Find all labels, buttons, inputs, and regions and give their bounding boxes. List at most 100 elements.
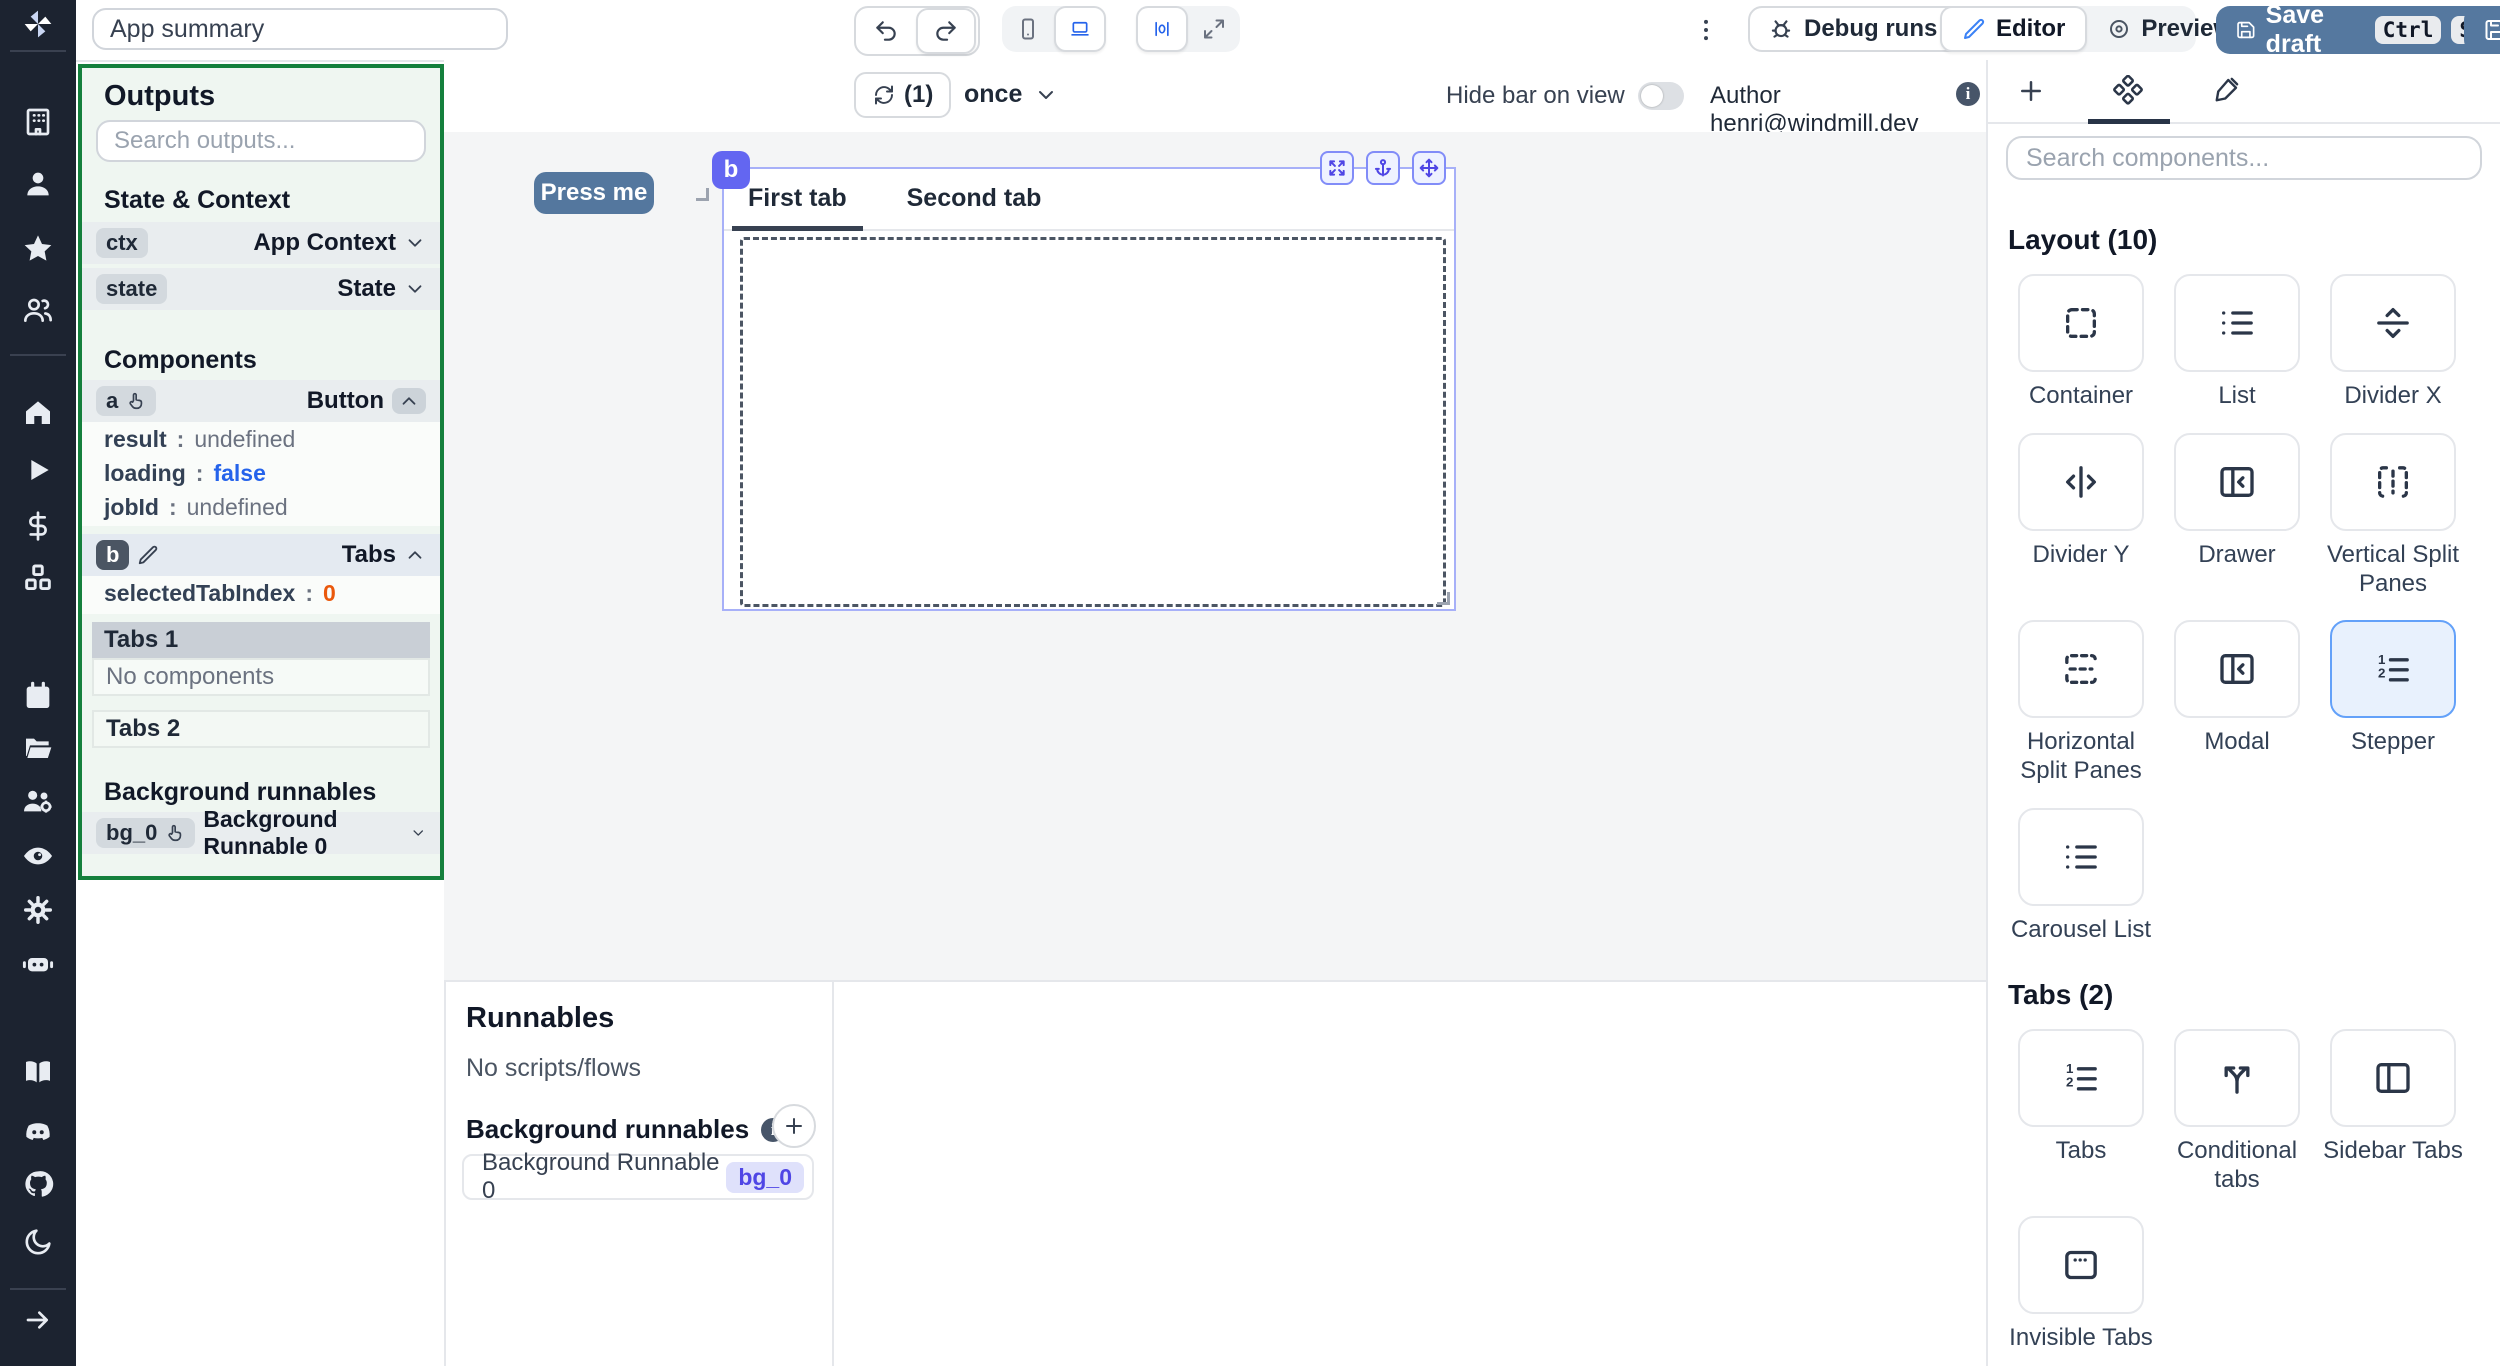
- discord-icon[interactable]: [22, 1116, 54, 1148]
- component-card-horizontal-split-panes[interactable]: Horizontal Split Panes: [2008, 620, 2154, 786]
- runnables-panel: Runnables No scripts/flows Background ru…: [444, 980, 1986, 1366]
- windmill-logo-icon[interactable]: [22, 8, 54, 40]
- editor-tab[interactable]: Editor: [1940, 6, 2088, 52]
- user-icon[interactable]: [22, 168, 54, 200]
- info-icon[interactable]: i: [1956, 82, 1980, 106]
- redo-button[interactable]: [916, 8, 976, 54]
- component-b-row[interactable]: b Tabs: [82, 534, 440, 576]
- press-me-button[interactable]: Press me: [534, 172, 654, 214]
- anchor-icon[interactable]: [1366, 151, 1400, 185]
- star-icon[interactable]: [22, 232, 54, 264]
- alignment-group: [1136, 6, 1240, 52]
- sidebar-divider: [10, 354, 66, 356]
- variables-dollar-icon[interactable]: [22, 510, 54, 542]
- sidebar-divider: [10, 50, 66, 52]
- component-card-list[interactable]: List: [2164, 274, 2310, 411]
- tab-second[interactable]: Second tab: [891, 184, 1058, 229]
- deploy-button[interactable]: Deploy: [2464, 6, 2500, 54]
- section-header-layout: Layout (10): [2008, 224, 2158, 255]
- pointer-hand-icon: [168, 824, 182, 842]
- hide-bar-toggle[interactable]: [1638, 82, 1684, 110]
- device-toggle-group: [1002, 6, 1106, 52]
- tabs1-row[interactable]: Tabs 1: [92, 622, 430, 658]
- settings-gear-icon[interactable]: [22, 894, 54, 926]
- workers-robot-icon[interactable]: [22, 948, 54, 980]
- component-card-vertical-split-panes[interactable]: Vertical Split Panes: [2320, 432, 2466, 599]
- add-background-runnable-button[interactable]: [772, 1104, 816, 1148]
- state-label: State: [337, 275, 396, 302]
- component-b-type: Tabs: [341, 541, 396, 568]
- undo-button[interactable]: [856, 8, 916, 54]
- component-card-container[interactable]: Container: [2008, 274, 2154, 411]
- tabs-component[interactable]: b First tab Second tab: [712, 151, 1456, 611]
- components-panel: Layout (10) Container List Divider X Div…: [1986, 60, 2500, 1366]
- component-card-tabs[interactable]: 12 Tabs: [2008, 1028, 2154, 1195]
- outputs-search-input[interactable]: [96, 120, 426, 162]
- folders-icon[interactable]: [22, 732, 54, 764]
- chevron-down-icon: [1039, 90, 1054, 99]
- refresh-button[interactable]: (1): [854, 72, 952, 118]
- save-draft-button[interactable]: Save draft Ctrl S: [2216, 1, 2500, 58]
- runs-play-icon[interactable]: [22, 454, 54, 486]
- app-summary-input[interactable]: [92, 8, 508, 50]
- workspace-building-icon[interactable]: [22, 106, 54, 138]
- docs-book-icon[interactable]: [22, 1056, 54, 1088]
- collapse-arrow-right-icon[interactable]: [22, 1304, 54, 1336]
- tab-first[interactable]: First tab: [732, 184, 864, 230]
- expand-component-icon[interactable]: [1320, 151, 1354, 185]
- collapse-chevron-up[interactable]: [392, 388, 426, 414]
- more-options-icon[interactable]: [1692, 16, 1720, 44]
- chevron-down-icon[interactable]: [410, 822, 426, 844]
- github-icon[interactable]: [22, 1168, 54, 1200]
- canvas-header: (1) once Hide bar on view Author henri@w…: [444, 60, 1986, 137]
- schedules-calendar-icon[interactable]: [22, 680, 54, 712]
- audit-eye-icon[interactable]: [22, 840, 54, 872]
- bg-runnable-row[interactable]: bg_0 Background Runnable 0: [82, 806, 440, 859]
- dark-mode-moon-icon[interactable]: [22, 1226, 54, 1258]
- chevron-down-icon[interactable]: [404, 278, 426, 300]
- users-icon[interactable]: [22, 294, 54, 326]
- runnables-title: Runnables: [466, 1002, 615, 1034]
- schedule-mode-dropdown[interactable]: once: [964, 80, 1058, 109]
- outputs-title: Outputs: [104, 80, 216, 112]
- hide-bar-label: Hide bar on view: [1446, 82, 1625, 109]
- component-card-divider-x[interactable]: Divider X: [2320, 274, 2466, 411]
- background-runnables-header: Background runnables: [104, 778, 377, 806]
- resize-corner[interactable]: [1437, 592, 1450, 605]
- move-component-icon[interactable]: [1412, 151, 1446, 185]
- groups-admin-icon[interactable]: [22, 786, 54, 818]
- components-search-input[interactable]: [2006, 136, 2482, 180]
- collapse-chevron-up[interactable]: [404, 544, 426, 566]
- ctx-row[interactable]: ctx App Context: [82, 222, 440, 264]
- component-card-sidebar-tabs[interactable]: Sidebar Tabs: [2320, 1028, 2466, 1195]
- empty-drop-container[interactable]: [740, 237, 1446, 607]
- resources-cubes-icon[interactable]: [22, 562, 54, 594]
- chevron-down-icon[interactable]: [404, 232, 426, 254]
- mobile-view-button[interactable]: [1002, 6, 1054, 52]
- component-card-drawer[interactable]: Drawer: [2164, 432, 2310, 599]
- schedule-mode-value: once: [964, 80, 1023, 108]
- desktop-view-button[interactable]: [1054, 6, 1106, 52]
- component-a-type: Button: [306, 387, 384, 414]
- component-a-row[interactable]: a Button: [82, 380, 440, 422]
- styling-brush-tab[interactable]: [2210, 76, 2240, 106]
- pencil-icon: [139, 545, 158, 565]
- canvas[interactable]: Press me b First tab Second tab: [444, 132, 1986, 980]
- fullscreen-canvas-button[interactable]: [1188, 6, 1240, 52]
- tabs2-row[interactable]: Tabs 2: [92, 710, 430, 748]
- component-card-divider-y[interactable]: Divider Y: [2008, 432, 2154, 599]
- component-card-invisible-tabs[interactable]: Invisible Tabs: [2008, 1216, 2154, 1353]
- component-card-stepper[interactable]: 12 Stepper: [2320, 620, 2466, 786]
- component-card-carousel-list[interactable]: Carousel List: [2008, 807, 2154, 945]
- home-icon[interactable]: [22, 396, 54, 428]
- topbar: Debug runs (1) Editor Preview Save draft…: [76, 0, 2500, 62]
- component-card-conditional-tabs[interactable]: Conditional tabs: [2164, 1028, 2310, 1195]
- background-runnable-item[interactable]: Background Runnable 0 bg_0: [462, 1149, 814, 1204]
- insert-plus-tab[interactable]: [2016, 76, 2046, 106]
- sidebar-divider: [10, 1288, 66, 1290]
- component-card-modal[interactable]: Modal: [2164, 620, 2310, 786]
- components-grid-tab[interactable]: [2112, 75, 2144, 107]
- right-panel-tabs: [1988, 60, 2500, 124]
- state-row[interactable]: state State: [82, 268, 440, 310]
- center-align-button[interactable]: [1136, 6, 1188, 52]
